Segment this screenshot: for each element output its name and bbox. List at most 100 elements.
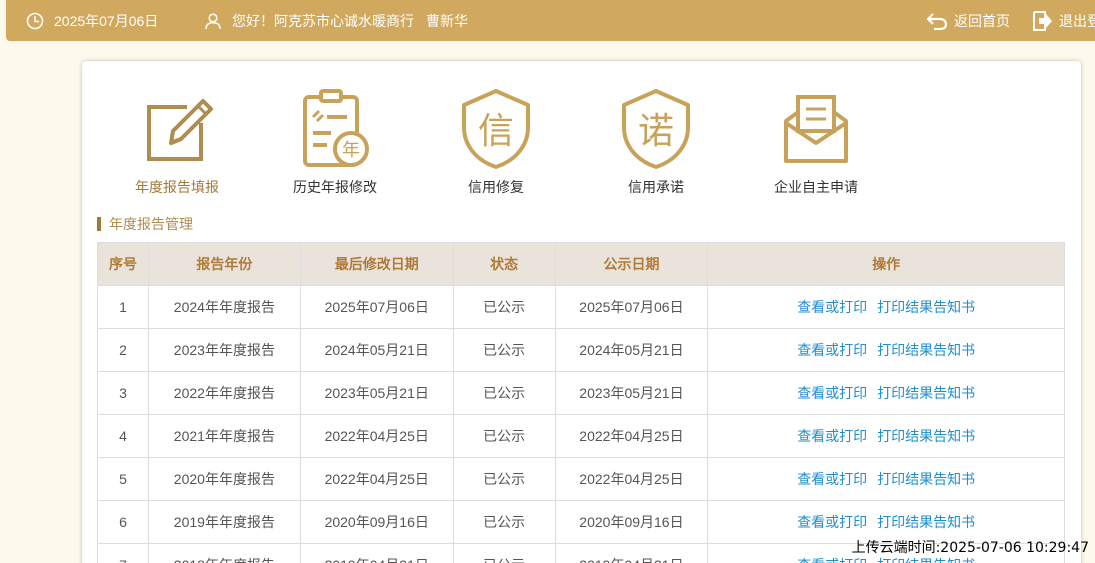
nav-label: 历史年报修改 xyxy=(293,179,377,195)
cell-status: 已公示 xyxy=(452,414,556,458)
shield-nuo-icon: 诺 xyxy=(622,89,690,169)
section-title-text: 年度报告管理 xyxy=(109,216,193,232)
cell-year: 2021年年度报告 xyxy=(147,414,301,458)
col-header-modified: 最后修改日期 xyxy=(299,242,454,286)
print-notice-link[interactable]: 打印结果告知书 xyxy=(877,342,975,358)
table-row: 4 2021年年度报告 2022年04月25日 已公示 2022年04月25日 … xyxy=(97,414,1065,458)
table-row: 2 2023年年度报告 2024年05月21日 已公示 2024年05月21日 … xyxy=(97,328,1065,372)
table-row: 5 2020年年度报告 2022年04月25日 已公示 2022年04月25日 … xyxy=(97,457,1065,501)
cell-modified: 2020年09月16日 xyxy=(299,500,454,544)
edit-form-icon xyxy=(147,99,213,161)
print-notice-link[interactable]: 打印结果告知书 xyxy=(877,299,975,315)
view-print-link[interactable]: 查看或打印 xyxy=(797,557,867,563)
nav-history-report-edit[interactable]: 年 历史年报修改 xyxy=(260,87,410,197)
logout-icon xyxy=(1033,10,1052,31)
cell-modified: 2022年04月25日 xyxy=(299,457,454,501)
cell-modified: 2019年04月21日 xyxy=(299,543,454,563)
cell-status: 已公示 xyxy=(452,371,556,415)
nav-credit-repair[interactable]: 信 信用修复 xyxy=(421,87,571,197)
annual-report-table: 序号 报告年份 最后修改日期 状态 公示日期 操作 1 2024年年度报告 20… xyxy=(97,242,1065,563)
cell-published: 2020年09月16日 xyxy=(554,500,709,544)
print-notice-link[interactable]: 打印结果告知书 xyxy=(877,471,975,487)
nav-credit-commitment[interactable]: 诺 信用承诺 xyxy=(581,87,731,197)
clock-icon xyxy=(26,12,44,29)
nav-label: 信用承诺 xyxy=(628,179,684,195)
cell-year: 2023年年度报告 xyxy=(147,328,301,372)
cell-actions: 查看或打印打印结果告知书 xyxy=(707,285,1065,329)
col-header-status: 状态 xyxy=(452,242,556,286)
shield-xin-icon: 信 xyxy=(462,89,530,169)
cell-modified: 2022年04月25日 xyxy=(299,414,454,458)
user-name: 曹新华 xyxy=(426,12,468,29)
user-info: 您好！阿克苏市心诚水暖商行 曹新华 xyxy=(204,0,468,41)
view-print-link[interactable]: 查看或打印 xyxy=(797,514,867,530)
envelope-icon xyxy=(784,95,848,163)
nav-label: 信用修复 xyxy=(468,179,524,195)
cell-published: 2022年04月25日 xyxy=(554,457,709,501)
view-print-link[interactable]: 查看或打印 xyxy=(797,428,867,444)
current-date: 2025年07月06日 xyxy=(26,0,158,41)
nav-annual-report-fill[interactable]: 年度报告填报 xyxy=(102,87,252,197)
cell-no: 3 xyxy=(97,371,149,415)
print-notice-link[interactable]: 打印结果告知书 xyxy=(877,428,975,444)
cell-actions: 查看或打印打印结果告知书 xyxy=(707,414,1065,458)
col-header-no: 序号 xyxy=(97,242,149,286)
cell-published: 2023年05月21日 xyxy=(554,371,709,415)
return-arrow-icon xyxy=(926,12,948,30)
view-print-link[interactable]: 查看或打印 xyxy=(797,342,867,358)
cell-no: 7 xyxy=(97,543,149,563)
cell-year: 2020年年度报告 xyxy=(147,457,301,501)
section-marker xyxy=(97,217,101,231)
logout-label: 退出登 xyxy=(1059,12,1095,29)
feature-nav: 年度报告填报 年 历史年报修改 信 信用修复 诺 信用承诺 企业自主申请 xyxy=(82,87,1081,197)
cell-no: 1 xyxy=(97,285,149,329)
user-icon xyxy=(205,12,221,29)
shield-glyph: 诺 xyxy=(638,111,674,152)
home-label: 返回首页 xyxy=(954,12,1010,29)
date-text: 2025年07月06日 xyxy=(54,12,159,29)
cell-published: 2025年07月06日 xyxy=(554,285,709,329)
nav-enterprise-application[interactable]: 企业自主申请 xyxy=(741,87,891,197)
cell-status: 已公示 xyxy=(452,543,556,563)
cell-no: 6 xyxy=(97,500,149,544)
print-notice-link[interactable]: 打印结果告知书 xyxy=(877,385,975,401)
top-bar: 2025年07月06日 您好！阿克苏市心诚水暖商行 曹新华 返回首页 退出登 xyxy=(6,0,1095,41)
print-notice-link[interactable]: 打印结果告知书 xyxy=(877,514,975,530)
clipboard-badge: 年 xyxy=(342,140,360,161)
nav-label: 企业自主申请 xyxy=(774,179,858,195)
cell-status: 已公示 xyxy=(452,285,556,329)
cell-modified: 2023年05月21日 xyxy=(299,371,454,415)
table-header-row: 序号 报告年份 最后修改日期 状态 公示日期 操作 xyxy=(97,242,1065,286)
cell-actions: 查看或打印打印结果告知书 xyxy=(707,371,1065,415)
section-title: 年度报告管理 xyxy=(97,215,193,233)
nav-label: 年度报告填报 xyxy=(135,179,219,195)
cell-modified: 2024年05月21日 xyxy=(299,328,454,372)
cell-published: 2019年04月21日 xyxy=(554,543,709,563)
cell-year: 2022年年度报告 xyxy=(147,371,301,415)
clipboard-year-icon: 年 xyxy=(303,89,369,167)
cell-year: 2019年年度报告 xyxy=(147,500,301,544)
table-row: 1 2024年年度报告 2025年07月06日 已公示 2025年07月06日 … xyxy=(97,285,1065,329)
cell-published: 2022年04月25日 xyxy=(554,414,709,458)
greeting-text: 您好！阿克苏市心诚水暖商行 xyxy=(232,12,414,29)
cell-year: 2024年年度报告 xyxy=(147,285,301,329)
view-print-link[interactable]: 查看或打印 xyxy=(797,385,867,401)
cell-no: 2 xyxy=(97,328,149,372)
cell-published: 2024年05月21日 xyxy=(554,328,709,372)
cell-modified: 2025年07月06日 xyxy=(299,285,454,329)
view-print-link[interactable]: 查看或打印 xyxy=(797,471,867,487)
cell-no: 5 xyxy=(97,457,149,501)
main-panel: 年度报告填报 年 历史年报修改 信 信用修复 诺 信用承诺 企业自主申请 年度报… xyxy=(82,61,1081,563)
col-header-year: 报告年份 xyxy=(147,242,301,286)
upload-timestamp: 上传云端时间:2025-07-06 10:29:47 xyxy=(851,540,1089,556)
cell-status: 已公示 xyxy=(452,500,556,544)
cell-actions: 查看或打印打印结果告知书 xyxy=(707,328,1065,372)
view-print-link[interactable]: 查看或打印 xyxy=(797,299,867,315)
table-row: 3 2022年年度报告 2023年05月21日 已公示 2023年05月21日 … xyxy=(97,371,1065,415)
cell-status: 已公示 xyxy=(452,328,556,372)
cell-no: 4 xyxy=(97,414,149,458)
home-button[interactable]: 返回首页 xyxy=(926,0,1010,41)
logout-button[interactable]: 退出登 xyxy=(1031,0,1095,41)
print-notice-link[interactable]: 打印结果告知书 xyxy=(877,557,975,563)
shield-glyph: 信 xyxy=(478,111,514,152)
